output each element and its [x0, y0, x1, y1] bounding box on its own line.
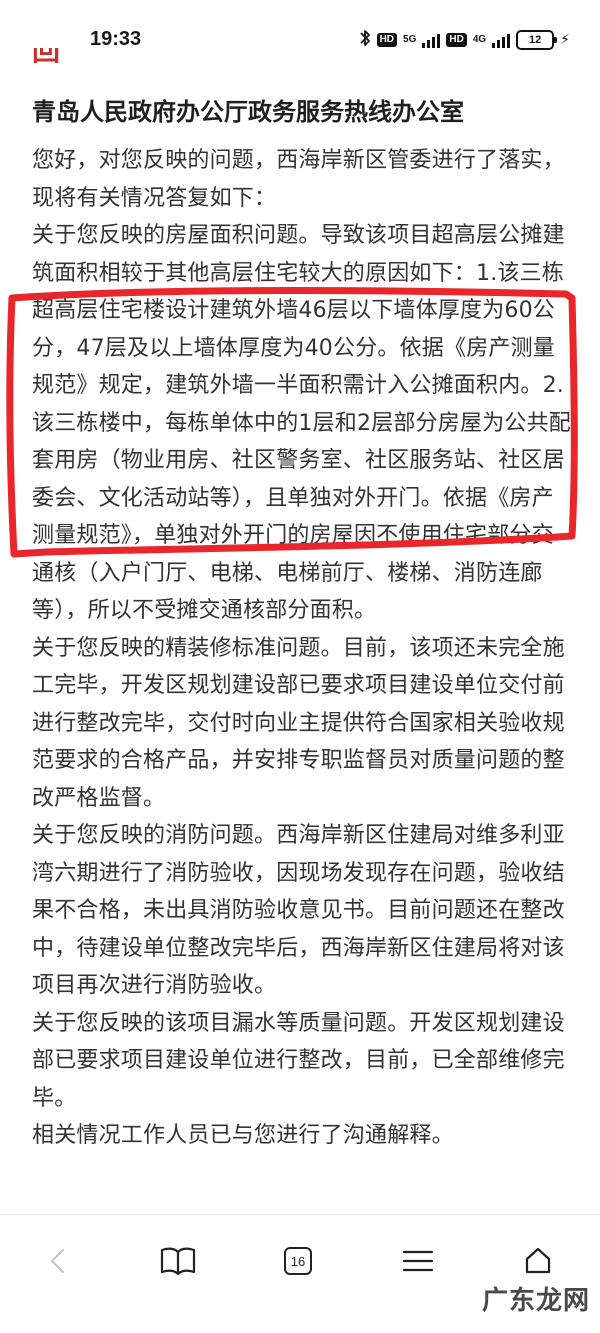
- home-icon: [525, 1247, 551, 1274]
- network-type-label: 5G: [403, 34, 417, 45]
- menu-button[interactable]: [388, 1235, 448, 1287]
- article-paragraph: 关于您反映的房屋面积问题。导致该项目超高层公摊建筑面积相较于其他高层住宅较大的原…: [32, 223, 571, 623]
- cut-off-heading: 回复: [32, 48, 84, 66]
- signal-strength-icon: [422, 32, 441, 48]
- status-bar: 19:33 HD 5G HD 4G 12 ⚡: [0, 0, 600, 76]
- battery-level: 12: [529, 34, 542, 46]
- signal-strength-icon: [492, 32, 511, 48]
- battery-icon: 12: [516, 30, 558, 50]
- article-paragraph: 关于您反映的精装修标准问题。目前，该项还未完全施工完毕，开发区规划建设部已要求项…: [32, 635, 565, 811]
- network-type-label: 4G: [472, 34, 487, 45]
- hd-badge: HD: [446, 33, 467, 47]
- lightning-icon: ⚡: [560, 32, 570, 48]
- article-paragraph: 相关情况工作人员已与您进行了沟通解释。: [32, 1123, 454, 1148]
- chevron-left-icon: [50, 1248, 65, 1274]
- bluetooth-icon: [359, 29, 371, 51]
- article: 青岛人民政府办公厅政务服务热线办公室 您好，对您反映的问题，西海岸新区管委进行了…: [32, 84, 572, 1155]
- bottom-toolbar: 16 广东龙网: [0, 1214, 600, 1333]
- status-icons: HD 5G HD 4G 12 ⚡: [359, 28, 570, 52]
- watermark: 广东龙网: [481, 1286, 590, 1316]
- cut-off-heading-text: 回复: [32, 48, 61, 66]
- article-paragraph: 您好，对您反映的问题，西海岸新区管委进行了落实，现将有关情况答复如下：: [32, 148, 565, 211]
- article-paragraph: 关于您反映的该项目漏水等质量问题。开发区规划建设部已要求项目建设单位进行整改，目…: [32, 1010, 565, 1111]
- hd-badge: HD: [376, 33, 398, 47]
- back-button[interactable]: [28, 1235, 88, 1287]
- tab-count: 16: [284, 1247, 312, 1275]
- status-time: 19:33: [90, 28, 142, 50]
- article-title: 青岛人民政府办公厅政务服务热线办公室: [32, 98, 464, 126]
- article-paragraph: 关于您反映的消防问题。西海岸新区住建局对维多利亚湾六期进行了消防验收，因现场发现…: [32, 823, 565, 998]
- hamburger-menu-icon: [402, 1250, 434, 1272]
- tabs-button[interactable]: 16: [268, 1235, 328, 1287]
- book-icon: [160, 1247, 196, 1276]
- bookmarks-button[interactable]: [148, 1235, 208, 1287]
